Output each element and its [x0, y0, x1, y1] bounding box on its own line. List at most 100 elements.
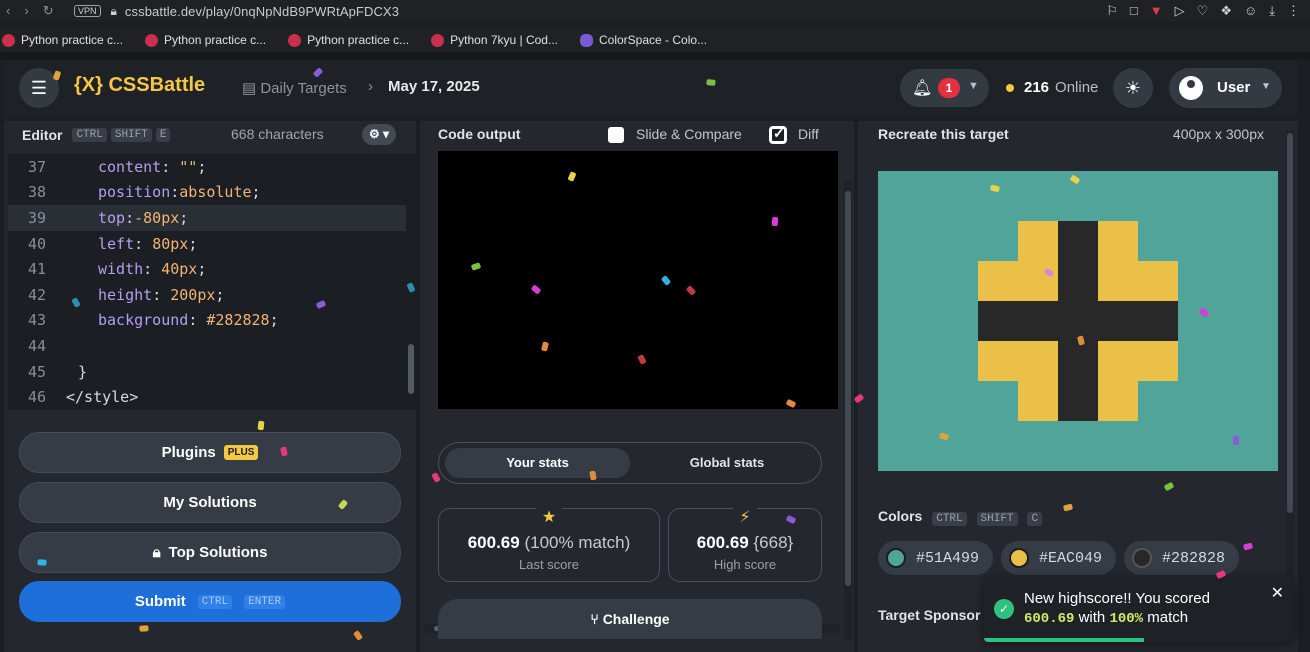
output-title: Code output [438, 126, 521, 142]
challenge-button[interactable]: ⑂ Challenge [438, 599, 822, 639]
code-line-active: 39 top:-80px; [8, 205, 406, 231]
high-score-label: High score [713, 557, 777, 572]
breadcrumb-daily-targets[interactable]: ▤ Daily Targets [242, 79, 347, 97]
submit-button[interactable]: Submit CTRL ENTER [19, 581, 401, 622]
url-field[interactable]: cssbattle.dev/play/0nqNpNdB9PWRtApFDCX3 [125, 4, 1106, 19]
close-icon[interactable]: ✕ [1271, 583, 1284, 603]
more-icon[interactable]: ⋮ [1287, 3, 1300, 19]
play-icon[interactable]: ▷ [1175, 3, 1185, 19]
high-score-value: 600.69 {668} [669, 533, 821, 553]
highscore-toast: ✓ New highscore!! You scored 600.69 with… [984, 577, 1294, 642]
code-text: left: 80px; [98, 234, 198, 253]
codewars-icon [288, 33, 302, 47]
tab-your-stats[interactable]: Your stats [445, 448, 630, 478]
button-label: Submit [134, 593, 186, 610]
button-label: Top Solutions [168, 544, 268, 561]
bookmark-label: Python practice c... [307, 33, 410, 47]
bookmark[interactable]: Python practice c... [145, 33, 266, 47]
editor-settings-button[interactable]: ⚙ ▾ [362, 124, 396, 145]
bookmark[interactable]: Python practice c... [288, 33, 409, 47]
toast-message: New highscore!! You scored 600.69 with 1… [1024, 589, 1264, 629]
target-scrollbar[interactable] [1286, 131, 1294, 621]
kbd-key: CTRL [197, 594, 233, 609]
bookmark[interactable]: Python practice c... [2, 33, 123, 47]
heart-icon[interactable]: ♡ [1197, 3, 1209, 19]
logo[interactable]: {X} CSSBattle [74, 74, 205, 97]
color-chip[interactable]: #51A499 [878, 541, 994, 575]
tab-global-stats[interactable]: Global stats [637, 448, 817, 478]
app-header: ☰ {X} CSSBattle ▤ Daily Targets › May 17… [4, 60, 1298, 118]
chars: {668} [753, 533, 794, 552]
scroll-thumb[interactable] [408, 344, 414, 394]
scroll-thumb[interactable] [845, 191, 851, 586]
check-icon: ✓ [994, 599, 1014, 619]
color-swatch [886, 548, 906, 568]
user-name: User [1217, 79, 1251, 96]
color-swatch [1009, 548, 1030, 568]
code-text: position:absolute; [98, 183, 261, 202]
chevron-right-icon: › [368, 78, 373, 95]
confetti-piece [37, 559, 47, 566]
menu-button[interactable]: ☰ [19, 68, 59, 108]
pin-icon[interactable]: ⚐ [1106, 3, 1118, 19]
toast-text: match [1147, 609, 1189, 626]
code-line: 45} [8, 359, 406, 385]
kbd-key: SHIFT [110, 127, 152, 142]
avatar [1179, 76, 1203, 100]
codewars-icon [145, 33, 159, 47]
output-panel: Code output Slide & Compare Diff Your st… [420, 121, 854, 652]
confetti-piece [589, 470, 597, 481]
line-number: 44 [27, 336, 46, 355]
last-score-label: Last score [519, 557, 579, 572]
screenshot-icon[interactable]: □ [1130, 3, 1138, 19]
codewars-icon [431, 33, 445, 47]
color-chip[interactable]: #EAC049 [1001, 541, 1117, 575]
extensions-icon[interactable]: ❖ [1220, 3, 1232, 19]
chevron-down-icon: ▼ [968, 80, 979, 92]
output-canvas[interactable] [438, 151, 838, 409]
top-solutions-button[interactable]: 🔒︎ Top Solutions [19, 532, 401, 573]
bookmark[interactable]: ColorSpace - Colo... [579, 33, 707, 47]
shield-icon[interactable]: ▼ [1150, 3, 1163, 19]
color-hex: #EAC049 [1039, 549, 1103, 567]
scroll-thumb[interactable] [1287, 133, 1293, 513]
forward-icon[interactable]: › [24, 3, 28, 19]
line-number: 37 [27, 157, 46, 176]
diff-label[interactable]: Diff [798, 126, 819, 142]
lightning-icon: ⚡︎ [733, 507, 757, 527]
profile-icon[interactable]: ☺ [1244, 3, 1257, 19]
target-image[interactable] [878, 171, 1278, 471]
cross-dark-horizontal [978, 301, 1178, 341]
line-number: 40 [27, 234, 46, 253]
output-scrollbar[interactable] [844, 181, 852, 641]
code-text: width: 40px; [98, 260, 207, 279]
download-icon[interactable]: ⤓ [1269, 3, 1275, 19]
theme-toggle[interactable]: ☀ [1113, 68, 1153, 108]
page-title: May 17, 2025 [388, 78, 480, 95]
line-number: 38 [27, 183, 46, 202]
lock-icon[interactable]: 🔒︎ [111, 4, 117, 19]
code-line: 46 </style> [8, 384, 406, 410]
stats-tabs: Your stats Global stats [438, 442, 822, 484]
confetti-piece [706, 79, 716, 86]
diff-checkbox[interactable] [770, 125, 786, 143]
code-line: 38 position:absolute; [8, 180, 406, 206]
plugins-button[interactable]: Plugins PLUS [19, 432, 401, 473]
toast-line: New highscore!! You scored [1024, 590, 1210, 607]
slide-compare-checkbox[interactable] [608, 127, 624, 143]
code-line: 43 background: #282828; [8, 308, 406, 334]
code-editor[interactable]: 37 content: ""; 38 position:absolute; 39 to… [8, 154, 406, 410]
bookmark-label: Python practice c... [21, 33, 124, 47]
line-number: 46 [27, 388, 46, 407]
user-menu[interactable]: User ▼ [1169, 68, 1282, 108]
bookmark[interactable]: Python 7kyu | Cod... [431, 33, 558, 47]
vpn-badge[interactable]: VPN [74, 5, 101, 17]
back-icon[interactable]: ‹ [6, 3, 10, 19]
slide-compare-label[interactable]: Slide & Compare [636, 126, 742, 142]
notifications-button[interactable]: 🔔︎ 1 ▼ [900, 69, 989, 107]
toast-text: with [1078, 609, 1106, 626]
reload-icon[interactable]: ↻ [43, 3, 54, 19]
color-hex: #51A499 [916, 549, 980, 567]
line-number: 42 [27, 285, 46, 304]
